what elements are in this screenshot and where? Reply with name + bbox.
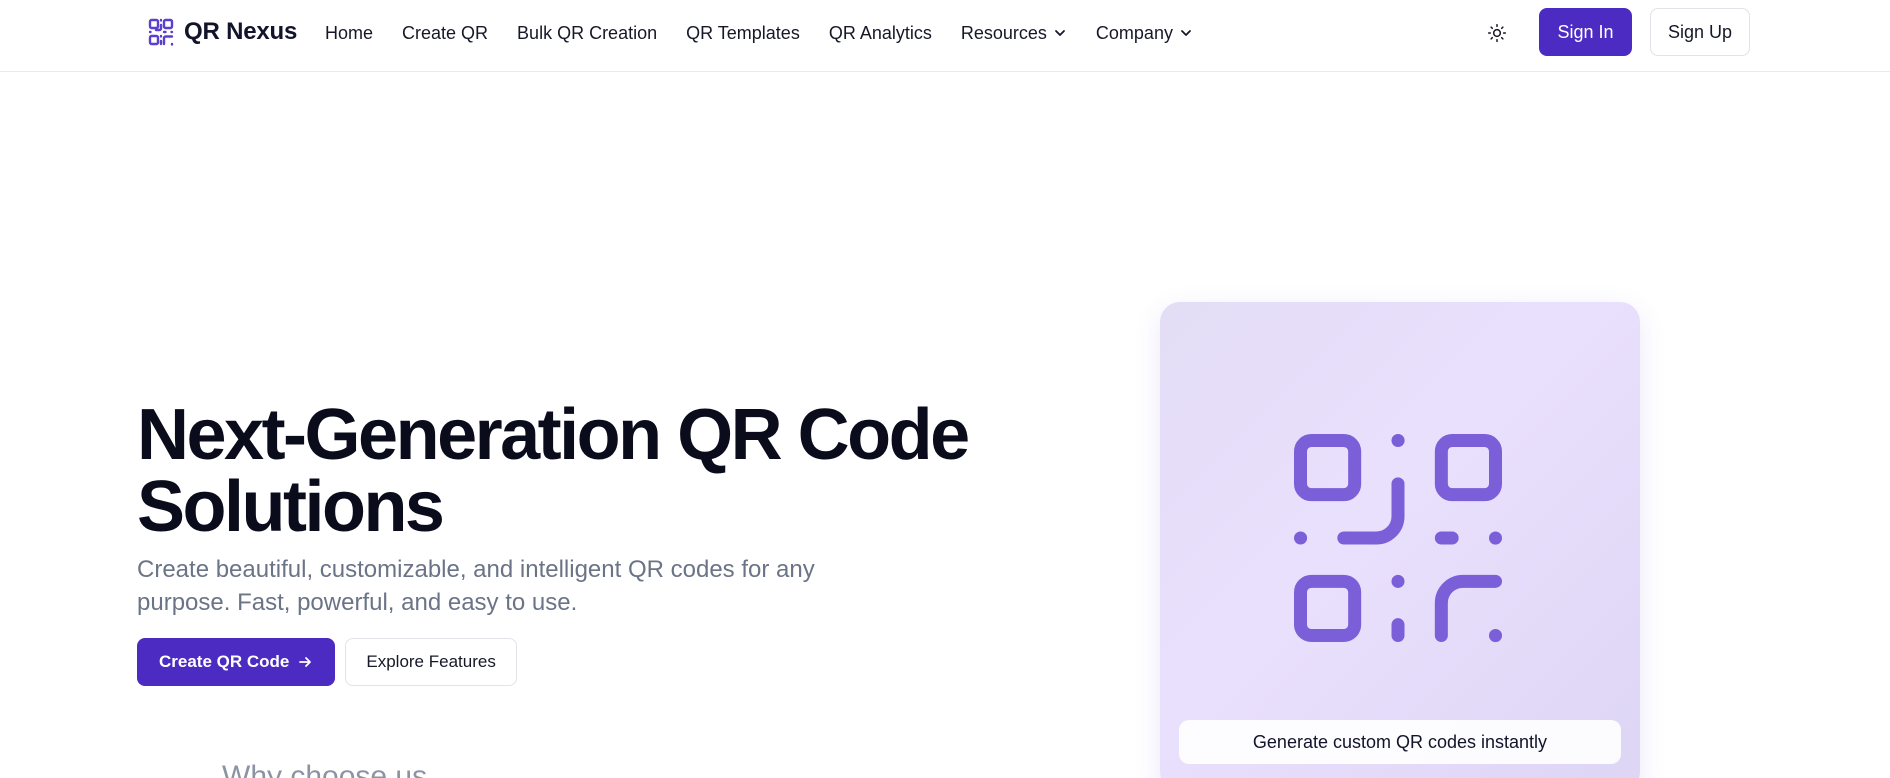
arrow-right-icon — [299, 657, 312, 667]
nav-company-label: Company — [1095, 22, 1173, 43]
nav-qr-analytics-label: QR Analytics — [828, 22, 932, 43]
top-navbar: QR Nexus Home Create QR Bulk QR Creation… — [0, 0, 1890, 72]
nav-qr-analytics[interactable]: QR Analytics — [829, 23, 932, 44]
hero-title-line-1: Next-Generation QR Code — [137, 395, 970, 475]
hero-subtitle-line-1: Create beautiful, customizable, and inte… — [137, 556, 815, 583]
create-qr-code-button[interactable]: Create QR Code — [137, 638, 336, 686]
theme-toggle-button[interactable] — [1484, 20, 1510, 46]
main-nav: Home Create QR Bulk QR Creation QR Templ… — [325, 0, 1193, 66]
nav-home[interactable]: Home — [325, 23, 373, 44]
hero-title-line-2: Solutions — [137, 467, 445, 547]
qr-logo-icon — [148, 18, 174, 46]
qr-preview-card: Generate custom QR codes instantly — [1160, 302, 1640, 778]
nav-home-label: Home — [325, 22, 374, 43]
nav-bulk-qr-creation[interactable]: Bulk QR Creation — [517, 23, 657, 44]
section-heading-partial: Why choose us — [222, 760, 428, 778]
explore-features-button[interactable]: Explore Features — [345, 638, 517, 686]
qr-code-icon — [1294, 434, 1502, 643]
nav-qr-templates[interactable]: QR Templates — [686, 23, 800, 44]
nav-company-dropdown[interactable]: Company — [1096, 23, 1193, 44]
brand[interactable]: QR Nexus — [148, 17, 297, 47]
nav-qr-templates-label: QR Templates — [686, 22, 800, 43]
qr-card-caption: Generate custom QR codes instantly — [1179, 720, 1621, 764]
sign-in-button[interactable]: Sign In — [1539, 8, 1632, 56]
nav-bulk-qr-creation-label: Bulk QR Creation — [517, 22, 658, 43]
nav-resources-dropdown[interactable]: Resources — [961, 23, 1067, 44]
hero-subtitle: Create beautiful, customizable, and inte… — [137, 553, 857, 619]
hero-subtitle-line-2: purpose. Fast, powerful, and easy to use… — [137, 589, 578, 616]
sign-up-button[interactable]: Sign Up — [1650, 8, 1750, 56]
chevron-down-icon — [1181, 30, 1191, 36]
sun-icon — [1487, 23, 1507, 43]
create-qr-code-label: Create QR Code — [159, 652, 290, 671]
brand-name: QR Nexus — [184, 18, 298, 45]
hero-cta-group: Create QR Code Explore Features — [137, 638, 517, 686]
nav-resources-label: Resources — [960, 22, 1047, 43]
nav-create-qr-label: Create QR — [402, 22, 489, 43]
hero-title: Next-Generation QR Code Solutions — [137, 399, 997, 543]
chevron-down-icon — [1055, 30, 1065, 36]
nav-create-qr[interactable]: Create QR — [402, 23, 488, 44]
